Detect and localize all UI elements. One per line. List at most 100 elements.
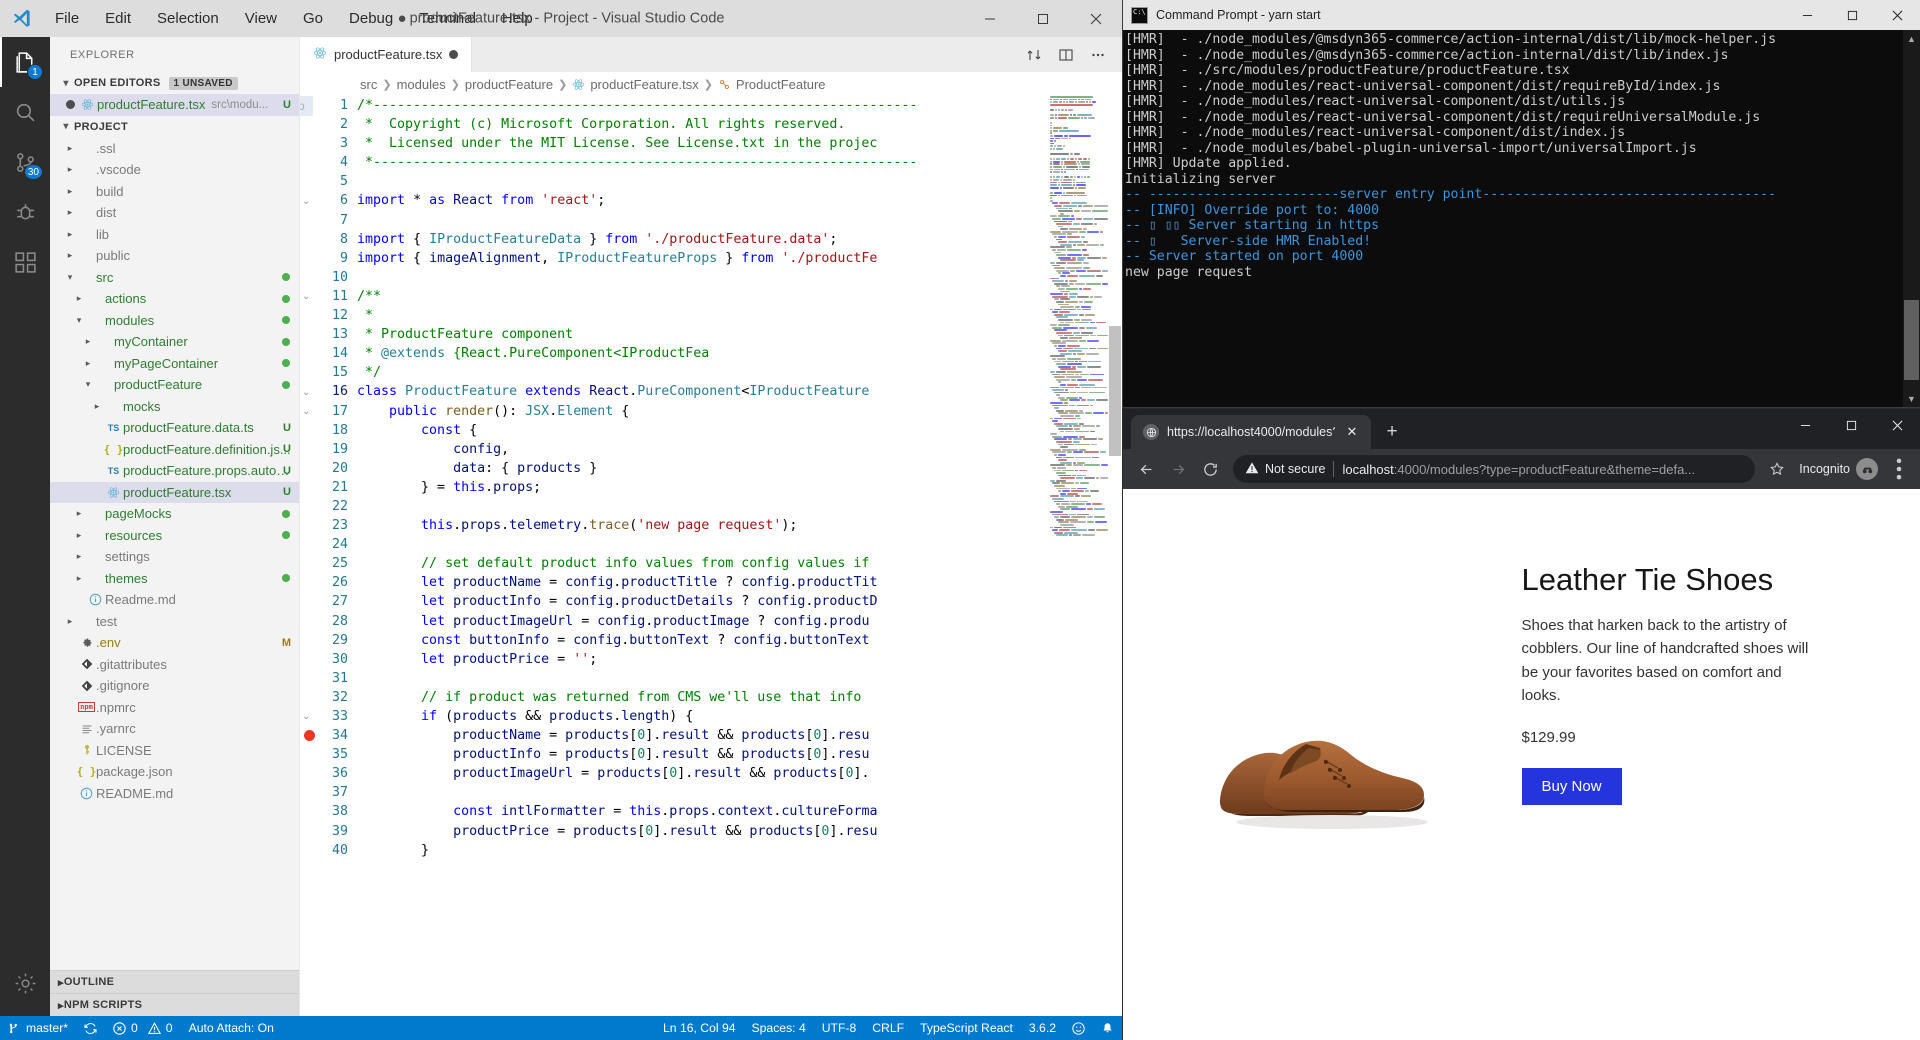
- chevron-right-icon[interactable]: ▸: [81, 336, 95, 347]
- browser-tab[interactable]: https://localhost4000/modules?t ✕: [1131, 415, 1371, 449]
- code-line[interactable]: productName = products[0].result && prod…: [357, 726, 1122, 745]
- tree-file[interactable]: { } productFeature.definition.js... U: [50, 439, 299, 461]
- tree-file[interactable]: productFeature.tsx U: [50, 481, 299, 503]
- new-tab-button[interactable]: +: [1377, 417, 1407, 447]
- code-line[interactable]: // if product was returned from CMS we'l…: [357, 688, 1122, 707]
- cmd-scrollbar-thumb[interactable]: [1904, 300, 1919, 380]
- tree-file[interactable]: LICENSE: [50, 740, 299, 762]
- tree-folder[interactable]: ▸ mocks: [50, 396, 299, 418]
- activity-gear-icon[interactable]: [0, 958, 50, 1008]
- forward-arrow-icon[interactable]: [1163, 454, 1193, 484]
- breadcrumb-src[interactable]: src: [360, 77, 377, 92]
- tab-dirty-icon[interactable]: [449, 50, 459, 59]
- code-line[interactable]: config,: [357, 440, 1122, 459]
- tree-folder[interactable]: ▸ .vscode: [50, 159, 299, 181]
- more-actions-icon[interactable]: [1084, 41, 1112, 69]
- menu-terminal[interactable]: Terminal: [406, 6, 489, 31]
- tree-folder[interactable]: ▸ myContainer: [50, 331, 299, 353]
- tree-folder[interactable]: ▾ src: [50, 267, 299, 289]
- browser-maximize-icon[interactable]: [1828, 409, 1874, 441]
- code-lines[interactable]: /*--------------------------------------…: [357, 96, 1122, 1016]
- vscode-menubar[interactable]: File Edit Selection View Go Debug Termin…: [42, 6, 546, 31]
- tree-file[interactable]: Readme.md: [50, 589, 299, 611]
- tree-folder[interactable]: ▸ build: [50, 181, 299, 203]
- status-feedback-smiley-icon[interactable]: [1064, 1016, 1093, 1040]
- chevron-right-icon[interactable]: ▸: [63, 143, 77, 154]
- code-line[interactable]: const buttonInfo = config.buttonText ? c…: [357, 631, 1122, 650]
- code-line[interactable]: [357, 669, 1122, 688]
- code-line[interactable]: productInfo = products[0].result && prod…: [357, 745, 1122, 764]
- tree-file[interactable]: .gitignore: [50, 675, 299, 697]
- breadcrumb-productfeature-dir[interactable]: productFeature: [465, 77, 553, 92]
- menu-help[interactable]: Help: [489, 6, 546, 31]
- tree-file[interactable]: .yarnrc: [50, 718, 299, 740]
- fold-chevron-icon[interactable]: ⌄: [302, 711, 310, 722]
- tree-folder[interactable]: ▸ public: [50, 245, 299, 267]
- code-line[interactable]: [357, 268, 1122, 287]
- status-encoding[interactable]: UTF-8: [814, 1016, 865, 1040]
- status-cursor-position[interactable]: Ln 16, Col 94: [655, 1016, 744, 1040]
- chevron-right-icon[interactable]: ▸: [72, 551, 86, 562]
- code-line[interactable]: [357, 211, 1122, 230]
- tree-folder[interactable]: ▸ themes: [50, 568, 299, 590]
- status-eol[interactable]: CRLF: [864, 1016, 912, 1040]
- tree-folder[interactable]: ▸ .ssl: [50, 138, 299, 160]
- code-line[interactable]: /*--------------------------------------…: [357, 96, 1122, 115]
- code-line[interactable]: } = this.props;: [357, 478, 1122, 497]
- code-line[interactable]: const intlFormatter = this.props.context…: [357, 802, 1122, 821]
- chevron-right-icon[interactable]: ▸: [63, 164, 77, 175]
- tree-folder[interactable]: ▾ modules: [50, 310, 299, 332]
- chevron-down-icon[interactable]: ▾: [81, 379, 95, 390]
- chevron-right-icon[interactable]: ▸: [63, 207, 77, 218]
- code-line[interactable]: let productPrice = '';: [357, 650, 1122, 669]
- chevron-right-icon[interactable]: ▸: [90, 401, 104, 412]
- activity-source-control-icon[interactable]: 30: [0, 137, 50, 187]
- code-line[interactable]: */: [357, 363, 1122, 382]
- tree-folder[interactable]: ▾ productFeature: [50, 374, 299, 396]
- breadcrumb[interactable]: src ❯ modules ❯ productFeature ❯ product…: [300, 72, 1122, 96]
- status-ts-version[interactable]: 3.6.2: [1021, 1016, 1064, 1040]
- cmd-output[interactable]: [HMR] - ./node_modules/@msdyn365-commerc…: [1123, 30, 1920, 407]
- browser-close-icon[interactable]: [1874, 409, 1920, 441]
- code-line[interactable]: }: [357, 841, 1122, 860]
- vscode-maximize-icon[interactable]: [1016, 0, 1069, 37]
- code-line[interactable]: productImageUrl = products[0].result && …: [357, 764, 1122, 783]
- cmd-scrollbar[interactable]: ▲ ▼: [1903, 30, 1920, 407]
- editor-scrollbar-thumb[interactable]: [1109, 326, 1121, 456]
- security-indicator[interactable]: Not secure: [1245, 461, 1325, 478]
- buy-now-button[interactable]: Buy Now: [1521, 768, 1622, 806]
- vscode-minimize-icon[interactable]: [963, 0, 1016, 37]
- code-line[interactable]: [357, 535, 1122, 554]
- tree-file[interactable]: { } package.json: [50, 761, 299, 783]
- code-line[interactable]: const {: [357, 421, 1122, 440]
- status-indentation[interactable]: Spaces: 4: [744, 1016, 814, 1040]
- address-bar[interactable]: Not secure localhost:4000/modules?type=p…: [1233, 455, 1756, 483]
- open-editors-header[interactable]: ▾ OPEN EDITORS 1 UNSAVED: [50, 72, 299, 94]
- status-branch[interactable]: master*: [0, 1016, 76, 1040]
- vscode-close-icon[interactable]: [1069, 0, 1122, 37]
- code-line[interactable]: let productInfo = config.productDetails …: [357, 592, 1122, 611]
- cmd-scroll-up-icon[interactable]: ▲: [1903, 30, 1920, 47]
- split-diff-icon[interactable]: [1020, 41, 1048, 69]
- menu-file[interactable]: File: [42, 6, 92, 31]
- tree-file[interactable]: npm .npmrc: [50, 697, 299, 719]
- chevron-right-icon[interactable]: ▸: [72, 508, 86, 519]
- chevron-right-icon[interactable]: ▸: [63, 186, 77, 197]
- project-header[interactable]: ▾ PROJECT: [50, 116, 299, 138]
- browser-minimize-icon[interactable]: [1782, 409, 1828, 441]
- editor-scrollbar[interactable]: [1108, 96, 1122, 1016]
- npm-scripts-section[interactable]: ▸ NPM SCRIPTS: [50, 993, 299, 1016]
- file-tree[interactable]: ▸ .ssl ▸ .vscode ▸ build ▸ dist ▸ lib ▸ public ▾ src ▸…: [50, 138, 299, 971]
- split-editor-icon[interactable]: [1052, 41, 1080, 69]
- activity-explorer-icon[interactable]: 1: [0, 37, 50, 87]
- breakpoint-icon[interactable]: [304, 730, 315, 742]
- code-line[interactable]: * ProductFeature component: [357, 325, 1122, 344]
- code-line[interactable]: productPrice = products[0].result && pro…: [357, 822, 1122, 841]
- code-line[interactable]: import * as React from 'react';: [357, 191, 1122, 210]
- chevron-right-icon[interactable]: ▸: [72, 293, 86, 304]
- more-vertical-icon[interactable]: [1886, 455, 1912, 483]
- code-line[interactable]: *---------------------------------------…: [357, 153, 1122, 172]
- chevron-right-icon[interactable]: ▸: [81, 358, 95, 369]
- chevron-right-icon[interactable]: ▸: [63, 229, 77, 240]
- chevron-right-icon[interactable]: ▸: [63, 250, 77, 261]
